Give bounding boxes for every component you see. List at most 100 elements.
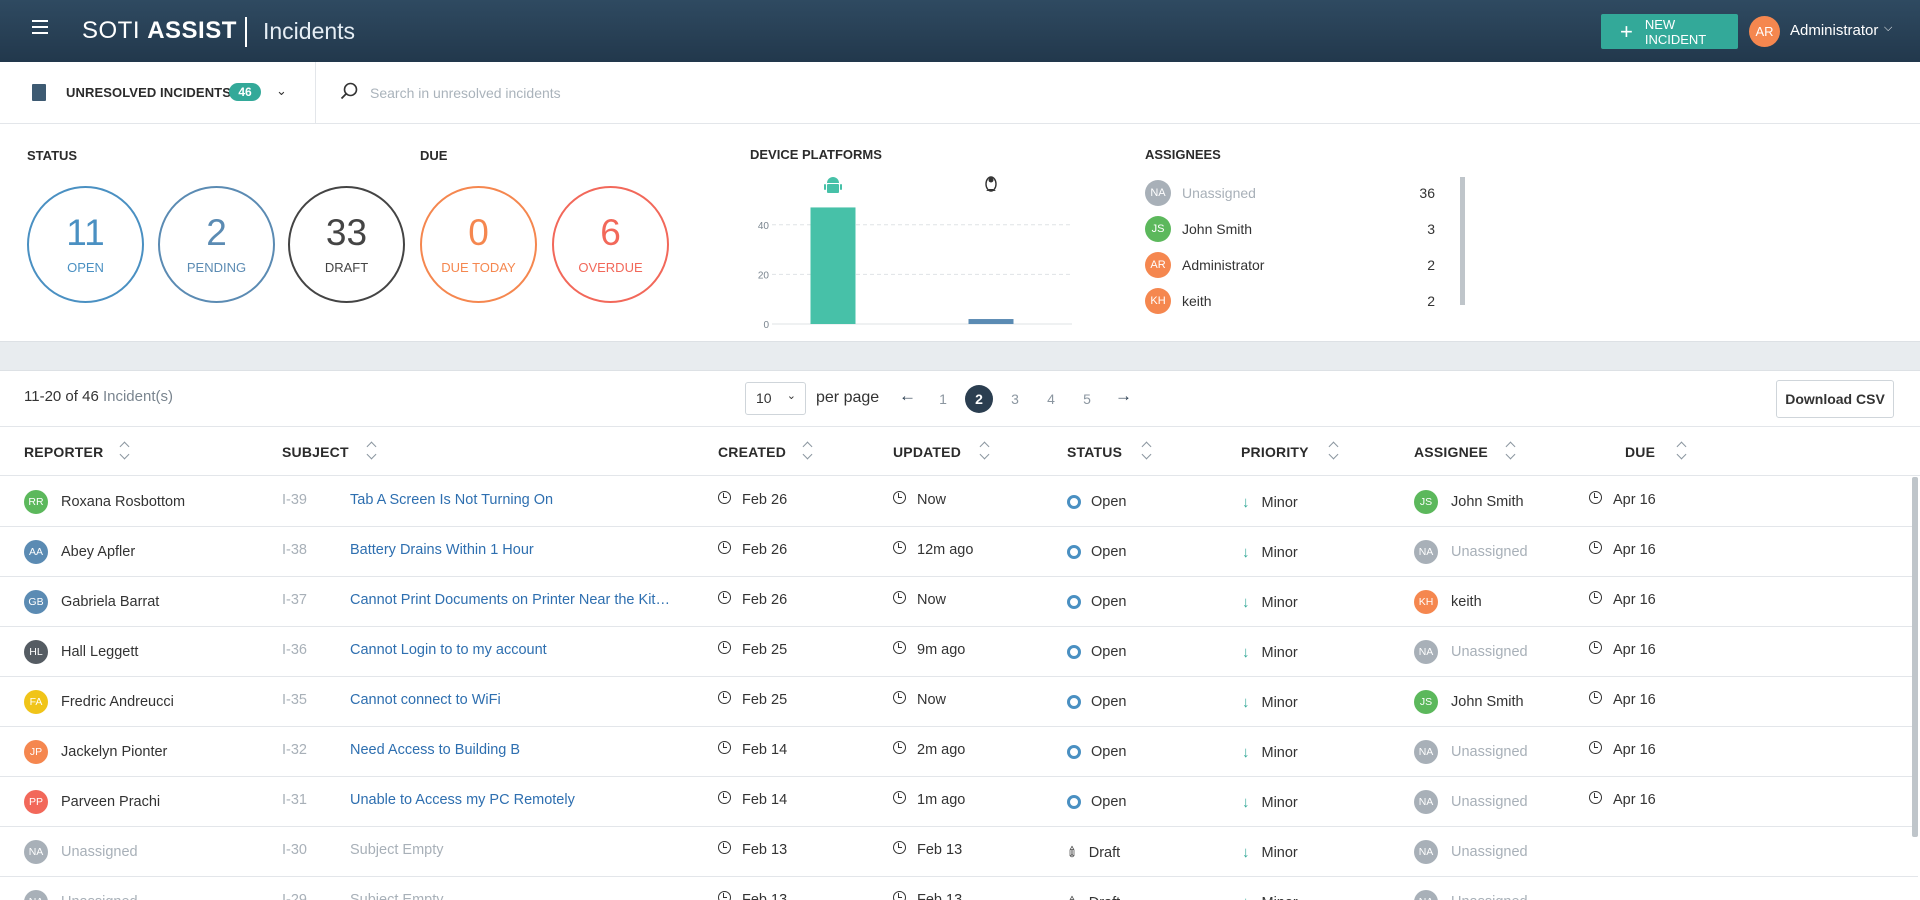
- per-page-select[interactable]: 10 ⌄: [745, 382, 806, 415]
- sort-icon[interactable]: [367, 439, 377, 461]
- reporter-cell: RR Roxana Rosbottom: [24, 490, 185, 514]
- priority-label: Minor: [1261, 494, 1298, 511]
- page-2[interactable]: 2: [965, 385, 993, 413]
- clock-icon: [1589, 490, 1602, 504]
- table-row[interactable]: PP Parveen Prachi I-31 Unable to Access my …: [0, 777, 1918, 827]
- sort-icon[interactable]: [1677, 439, 1687, 461]
- arrow-down-icon: ↓: [1242, 694, 1250, 711]
- menu-icon[interactable]: [32, 20, 48, 34]
- prev-page-arrow-icon[interactable]: ←: [899, 386, 916, 406]
- pencil-icon: ✐: [1062, 842, 1083, 862]
- column-due[interactable]: DUE: [1625, 444, 1655, 460]
- column-updated[interactable]: UPDATED: [893, 444, 961, 460]
- platform-bar[interactable]: [810, 207, 856, 324]
- created-date: Feb 26: [742, 592, 788, 608]
- avatar: KH: [1414, 590, 1438, 614]
- table-row[interactable]: FA Fredric Andreucci I-35 Cannot connect to…: [0, 677, 1918, 727]
- table-row[interactable]: NA Unassigned I-30 Subject Empty Feb 13 Feb 1…: [0, 827, 1918, 877]
- page-3[interactable]: 3: [1001, 385, 1029, 413]
- assignee-summary-row[interactable]: AR Administrator 2: [1145, 252, 1435, 278]
- table-row[interactable]: AA Abey Apfler I-38 Battery Drains Within 1…: [0, 527, 1918, 577]
- platform-bar[interactable]: [968, 319, 1014, 324]
- status-pending-filter[interactable]: 2 PENDING: [158, 186, 275, 303]
- clock-icon: [718, 590, 731, 604]
- incident-id: I-29: [282, 892, 307, 900]
- incident-subject-link[interactable]: Tab A Screen Is Not Turning On: [350, 492, 553, 508]
- new-incident-button[interactable]: + NEW INCIDENT: [1601, 14, 1738, 49]
- stat-value: 6: [600, 212, 621, 253]
- incident-subject-link[interactable]: Battery Drains Within 1 Hour: [350, 542, 534, 558]
- incident-subject-link[interactable]: Subject Empty: [350, 842, 444, 858]
- reporter-cell: GB Gabriela Barrat: [24, 590, 159, 614]
- assignee-summary-row[interactable]: KH keith 2: [1145, 288, 1435, 314]
- table-row[interactable]: HL Hall Leggett I-36 Cannot Login to to my …: [0, 627, 1918, 677]
- assignee-name: keith: [1182, 293, 1212, 309]
- table-scrollbar[interactable]: [1912, 477, 1918, 837]
- updated-date: Feb 13: [917, 892, 963, 900]
- user-avatar[interactable]: AR: [1749, 16, 1780, 47]
- search-input[interactable]: [370, 78, 970, 108]
- due-cell: Apr 16: [1589, 590, 1656, 608]
- column-subject[interactable]: SUBJECT: [282, 444, 349, 460]
- assignees-scrollbar[interactable]: [1460, 177, 1465, 305]
- status-cell: Open: [1067, 544, 1126, 560]
- avatar: NA: [1414, 840, 1438, 864]
- priority-label: Minor: [1262, 895, 1298, 900]
- incident-subject-link[interactable]: Unable to Access my PC Remotely: [350, 792, 575, 808]
- app-logo[interactable]: SOTI ASSIST: [82, 17, 237, 45]
- assignee-cell: NA Unassigned: [1414, 740, 1528, 764]
- avatar: JP: [24, 740, 48, 764]
- reporter-cell: FA Fredric Andreucci: [24, 690, 174, 714]
- sort-icon[interactable]: [1506, 439, 1516, 461]
- range-suffix: Incident(s): [102, 388, 173, 405]
- created-cell: Feb 25: [718, 690, 787, 708]
- incident-subject-link[interactable]: Cannot Login to to my account: [350, 642, 547, 658]
- reporter-name: Gabriela Barrat: [61, 594, 160, 610]
- download-csv-button[interactable]: Download CSV: [1776, 380, 1894, 418]
- assignee-summary-row[interactable]: JS John Smith 3: [1145, 216, 1435, 242]
- android-icon: [824, 177, 842, 193]
- view-selector-label[interactable]: UNRESOLVED INCIDENTS: [66, 85, 231, 100]
- priority-label: Minor: [1261, 844, 1298, 861]
- incident-subject-link[interactable]: Subject Empty: [350, 892, 444, 900]
- incident-subject-link[interactable]: Cannot connect to WiFi: [350, 692, 501, 708]
- user-menu[interactable]: Administrator: [1790, 22, 1878, 39]
- assignee-name: Unassigned: [1182, 185, 1256, 201]
- clock-icon: [893, 790, 906, 804]
- column-priority[interactable]: PRIORITY: [1241, 444, 1309, 460]
- overdue-filter[interactable]: 6 OVERDUE: [552, 186, 669, 303]
- assignee-name: Unassigned: [1451, 744, 1528, 760]
- table-row[interactable]: NA Unassigned I-29 Subject Empty Feb 13 Feb 1…: [0, 877, 1918, 900]
- chevron-down-icon[interactable]: ⌵: [1884, 22, 1892, 35]
- avatar: AA: [24, 540, 48, 564]
- incident-subject-link[interactable]: Cannot Print Documents on Printer Near t…: [350, 592, 670, 608]
- table-row[interactable]: RR Roxana Rosbottom I-39 Tab A Screen Is No…: [0, 477, 1918, 527]
- status-draft-filter[interactable]: 33 DRAFT: [288, 186, 405, 303]
- due-today-filter[interactable]: 0 DUE TODAY: [420, 186, 537, 303]
- sort-icon[interactable]: [1329, 439, 1339, 461]
- column-created[interactable]: CREATED: [718, 444, 786, 460]
- column-assignee[interactable]: ASSIGNEE: [1414, 444, 1488, 460]
- column-reporter[interactable]: REPORTER: [24, 444, 103, 460]
- priority-label: Minor: [1261, 744, 1298, 761]
- sort-icon[interactable]: [120, 439, 130, 461]
- column-status[interactable]: STATUS: [1067, 444, 1122, 460]
- incident-subject-link[interactable]: Need Access to Building B: [350, 742, 520, 758]
- assignee-summary-row[interactable]: NA Unassigned 36: [1145, 180, 1435, 206]
- page-5[interactable]: 5: [1073, 385, 1101, 413]
- status-label: Open: [1091, 594, 1127, 610]
- sort-icon[interactable]: [803, 439, 813, 461]
- sort-icon[interactable]: [1142, 439, 1152, 461]
- table-row[interactable]: JP Jackelyn Pionter I-32 Need Access to Bui…: [0, 727, 1918, 777]
- table-row[interactable]: GB Gabriela Barrat I-37 Cannot Print Docume…: [0, 577, 1918, 627]
- page-4[interactable]: 4: [1037, 385, 1065, 413]
- sort-icon[interactable]: [980, 439, 990, 461]
- next-page-arrow-icon[interactable]: →: [1115, 386, 1132, 406]
- platforms-title: DEVICE PLATFORMS: [750, 147, 882, 162]
- avatar: JS: [1414, 690, 1438, 714]
- status-open-filter[interactable]: 11 OPEN: [27, 186, 144, 303]
- page-1[interactable]: 1: [929, 385, 957, 413]
- updated-date: Now: [917, 492, 947, 508]
- chevron-down-icon[interactable]: ⌄: [276, 83, 287, 99]
- due-cell: Apr 16: [1589, 740, 1656, 758]
